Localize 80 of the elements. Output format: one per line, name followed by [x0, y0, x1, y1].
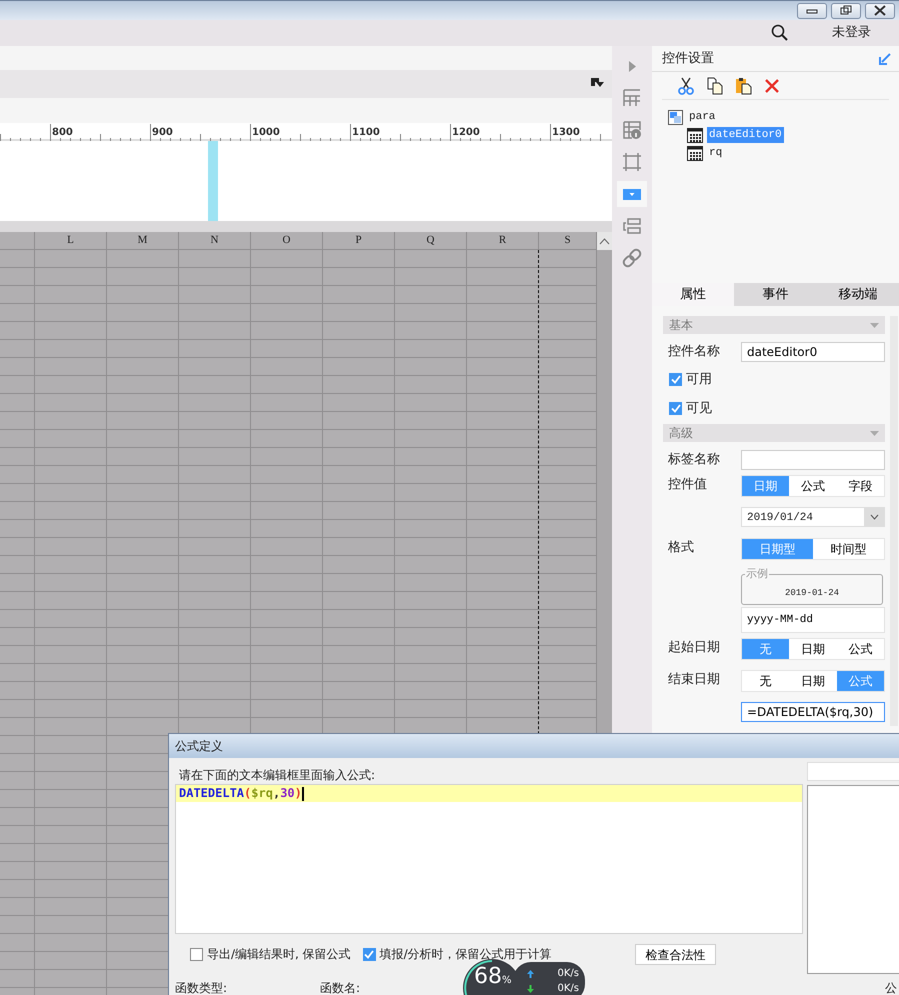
field-label: 标签名称: [668, 452, 720, 467]
close-button[interactable]: [865, 2, 895, 18]
column-header[interactable]: N: [179, 232, 251, 250]
sample-value: 2019-01-24: [784, 587, 840, 600]
prompt-text: 请在下面的文本编辑框里面输入公式:: [179, 767, 376, 784]
ruler-label: 900: [152, 126, 173, 138]
calendar-icon: [687, 145, 703, 161]
table-info-icon: [622, 120, 642, 140]
formula-editor[interactable]: DATEDELTA($rq,30): [175, 784, 803, 934]
download-speed: 0K/s: [558, 982, 579, 995]
check-validity-button[interactable]: 检查合法性: [635, 944, 716, 965]
link-icon: [622, 248, 642, 268]
checkbox[interactable]: [669, 373, 682, 386]
tab[interactable]: 事件: [734, 283, 817, 306]
footer-label: 函数名:: [320, 980, 360, 995]
dialog-title: 公式定义: [175, 738, 223, 755]
frame-icon: [622, 152, 642, 172]
checkbox[interactable]: [362, 948, 376, 960]
column-header[interactable]: O: [251, 232, 323, 250]
checkbox-label[interactable]: 导出/编辑结果时, 保留公式: [207, 945, 351, 963]
chevron-icon[interactable]: [870, 514, 878, 520]
column-header[interactable]: M: [107, 232, 179, 250]
search-field[interactable]: [807, 762, 899, 781]
formula-text: DATEDELTA($rq,30): [176, 785, 802, 802]
text-field[interactable]: dateEditor0: [741, 342, 885, 362]
minimize-button[interactable]: [797, 2, 827, 18]
column-header[interactable]: R: [467, 232, 539, 250]
column-header[interactable]: L: [35, 232, 107, 250]
scroll-up-button[interactable]: [597, 232, 612, 250]
ruler-label: 1300: [552, 126, 580, 138]
field-label: 结束日期: [668, 672, 720, 687]
download-arrow-icon: [527, 984, 534, 992]
panel-title: 控件设置: [662, 50, 714, 68]
cut-icon[interactable]: [677, 76, 695, 94]
ruler-label: 1100: [352, 126, 380, 138]
upload-speed: 0K/s: [558, 967, 579, 981]
checkbox-label[interactable]: 可见: [686, 398, 712, 418]
text-field[interactable]: [741, 450, 885, 470]
expand-icon[interactable]: [628, 60, 636, 72]
collapse-icon[interactable]: [879, 52, 891, 64]
checkbox-label[interactable]: 填报/分析时，保留公式用于计算: [380, 945, 552, 963]
text-field[interactable]: =DATEDELTA($rq,30): [741, 702, 885, 722]
usage-percent: 68: [474, 965, 502, 990]
column-header[interactable]: Q: [395, 232, 467, 250]
field-label: 起始日期: [668, 640, 720, 655]
ruler-label: 800: [52, 126, 73, 138]
grid-layout-icon: [622, 88, 642, 108]
search-icon[interactable]: [771, 24, 789, 42]
footer-label: 函数类型:: [175, 980, 228, 995]
footer-label: 公: [885, 980, 897, 995]
field-label: 控件名称: [668, 344, 720, 359]
chevron-up-icon: [599, 238, 610, 244]
column-header[interactable]: S: [539, 232, 597, 250]
restore-button[interactable]: [831, 2, 861, 18]
tool-strip-item[interactable]: [617, 181, 647, 207]
list-box[interactable]: [807, 785, 899, 974]
form-field-icon: [622, 216, 642, 236]
upload-arrow-icon: [527, 970, 534, 978]
ruler-label: 1200: [452, 126, 480, 138]
field-label: 控件值: [668, 477, 707, 492]
calendar-icon: [687, 127, 703, 143]
field-label: 格式: [668, 540, 694, 555]
tree-item[interactable]: rq: [707, 144, 724, 162]
copy-icon[interactable]: [706, 76, 724, 94]
checkbox[interactable]: [190, 948, 203, 960]
caret-icon[interactable]: [870, 430, 879, 436]
login-status-link[interactable]: 未登录: [832, 23, 871, 43]
text-field[interactable]: yyyy-MM-dd: [741, 607, 885, 633]
paste-icon[interactable]: [735, 76, 753, 94]
tree-item[interactable]: para: [687, 108, 718, 126]
tab[interactable]: 移动端: [816, 283, 899, 306]
date-select[interactable]: 2019/01/24: [741, 507, 885, 527]
percent-sign: %: [502, 975, 512, 986]
ruler-label: 1000: [252, 126, 280, 138]
delete-icon[interactable]: [764, 78, 780, 94]
form-icon: [668, 110, 683, 124]
column-header[interactable]: P: [323, 232, 395, 250]
checkbox[interactable]: [669, 402, 682, 415]
checkbox-label[interactable]: 可用: [686, 370, 712, 390]
caret-icon[interactable]: [870, 322, 879, 328]
